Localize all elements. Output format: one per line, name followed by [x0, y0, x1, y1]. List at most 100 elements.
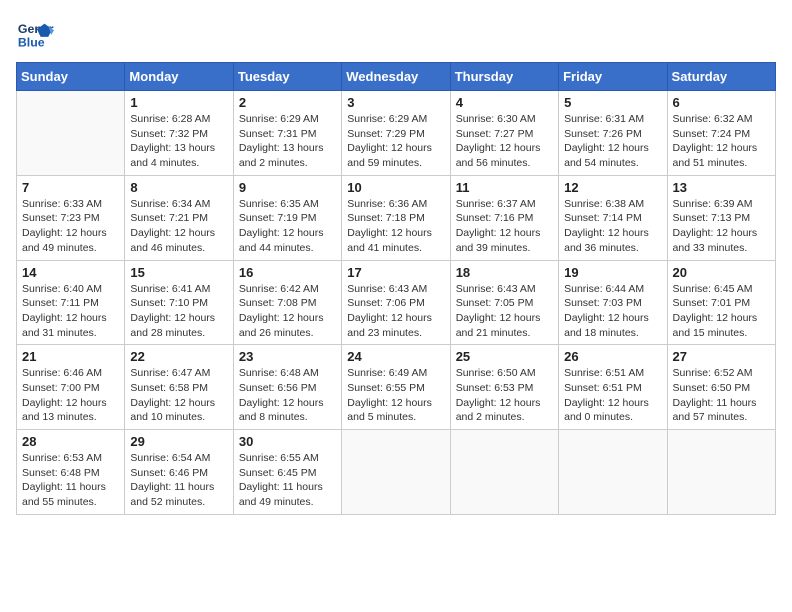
calendar-cell: [559, 430, 667, 515]
calendar-cell: [450, 430, 558, 515]
calendar-cell: 12 Sunrise: 6:38 AMSunset: 7:14 PMDayligh…: [559, 175, 667, 260]
header-thursday: Thursday: [450, 63, 558, 91]
calendar-cell: 1 Sunrise: 6:28 AMSunset: 7:32 PMDaylight…: [125, 91, 233, 176]
header-wednesday: Wednesday: [342, 63, 450, 91]
calendar-cell: 20 Sunrise: 6:45 AMSunset: 7:01 PMDayligh…: [667, 260, 775, 345]
day-number: 9: [239, 180, 336, 195]
calendar-cell: 17 Sunrise: 6:43 AMSunset: 7:06 PMDayligh…: [342, 260, 450, 345]
header-sunday: Sunday: [17, 63, 125, 91]
calendar-cell: 11Sunrise: 6:37 AMSunset: 7:16 PMDayligh…: [450, 175, 558, 260]
calendar-cell: 26 Sunrise: 6:51 AMSunset: 6:51 PMDayligh…: [559, 345, 667, 430]
calendar-cell: [17, 91, 125, 176]
header-tuesday: Tuesday: [233, 63, 341, 91]
calendar-cell: 21 Sunrise: 6:46 AMSunset: 7:00 PMDayligh…: [17, 345, 125, 430]
calendar-cell: 22Sunrise: 6:47 AMSunset: 6:58 PMDayligh…: [125, 345, 233, 430]
day-info: Sunrise: 6:38 AMSunset: 7:14 PMDaylight:…: [564, 197, 661, 256]
day-info: Sunrise: 6:49 AMSunset: 6:55 PMDaylight:…: [347, 366, 444, 425]
calendar-cell: 24 Sunrise: 6:49 AMSunset: 6:55 PMDayligh…: [342, 345, 450, 430]
day-number: 28: [22, 434, 119, 449]
day-number: 29: [130, 434, 227, 449]
calendar-cell: 29 Sunrise: 6:54 AMSunset: 6:46 PMDayligh…: [125, 430, 233, 515]
header-friday: Friday: [559, 63, 667, 91]
day-number: 7: [22, 180, 119, 195]
day-info: Sunrise: 6:31 AMSunset: 7:26 PMDaylight:…: [564, 112, 661, 171]
calendar-cell: 9 Sunrise: 6:35 AMSunset: 7:19 PMDaylight…: [233, 175, 341, 260]
day-number: 1: [130, 95, 227, 110]
calendar-week-0: 1 Sunrise: 6:28 AMSunset: 7:32 PMDaylight…: [17, 91, 776, 176]
day-number: 24: [347, 349, 444, 364]
day-info: Sunrise: 6:45 AMSunset: 7:01 PMDaylight:…: [673, 282, 770, 341]
day-number: 20: [673, 265, 770, 280]
day-info: Sunrise: 6:55 AMSunset: 6:45 PMDaylight:…: [239, 451, 336, 510]
calendar-cell: 25 Sunrise: 6:50 AMSunset: 6:53 PMDayligh…: [450, 345, 558, 430]
day-info: Sunrise: 6:35 AMSunset: 7:19 PMDaylight:…: [239, 197, 336, 256]
calendar-cell: 15 Sunrise: 6:41 AMSunset: 7:10 PMDayligh…: [125, 260, 233, 345]
day-info: Sunrise: 6:50 AMSunset: 6:53 PMDaylight:…: [456, 366, 553, 425]
day-info: Sunrise: 6:46 AMSunset: 7:00 PMDaylight:…: [22, 366, 119, 425]
calendar-week-3: 21 Sunrise: 6:46 AMSunset: 7:00 PMDayligh…: [17, 345, 776, 430]
day-number: 26: [564, 349, 661, 364]
day-info: Sunrise: 6:43 AMSunset: 7:05 PMDaylight:…: [456, 282, 553, 341]
calendar-header-row: SundayMondayTuesdayWednesdayThursdayFrid…: [17, 63, 776, 91]
day-info: Sunrise: 6:54 AMSunset: 6:46 PMDaylight:…: [130, 451, 227, 510]
calendar-cell: 10 Sunrise: 6:36 AMSunset: 7:18 PMDayligh…: [342, 175, 450, 260]
day-info: Sunrise: 6:52 AMSunset: 6:50 PMDaylight:…: [673, 366, 770, 425]
calendar-cell: 13Sunrise: 6:39 AMSunset: 7:13 PMDayligh…: [667, 175, 775, 260]
day-info: Sunrise: 6:33 AMSunset: 7:23 PMDaylight:…: [22, 197, 119, 256]
calendar-week-2: 14 Sunrise: 6:40 AMSunset: 7:11 PMDayligh…: [17, 260, 776, 345]
day-info: Sunrise: 6:39 AMSunset: 7:13 PMDaylight:…: [673, 197, 770, 256]
day-number: 10: [347, 180, 444, 195]
day-number: 15: [130, 265, 227, 280]
calendar-cell: 5 Sunrise: 6:31 AMSunset: 7:26 PMDaylight…: [559, 91, 667, 176]
day-info: Sunrise: 6:51 AMSunset: 6:51 PMDaylight:…: [564, 366, 661, 425]
day-number: 6: [673, 95, 770, 110]
calendar-cell: 4Sunrise: 6:30 AMSunset: 7:27 PMDaylight…: [450, 91, 558, 176]
day-number: 27: [673, 349, 770, 364]
calendar-cell: [667, 430, 775, 515]
day-info: Sunrise: 6:30 AMSunset: 7:27 PMDaylight:…: [456, 112, 553, 171]
day-number: 11: [456, 180, 553, 195]
page-header: General Blue: [16, 16, 776, 54]
calendar-cell: 8 Sunrise: 6:34 AMSunset: 7:21 PMDaylight…: [125, 175, 233, 260]
day-number: 14: [22, 265, 119, 280]
calendar-cell: 18 Sunrise: 6:43 AMSunset: 7:05 PMDayligh…: [450, 260, 558, 345]
day-info: Sunrise: 6:32 AMSunset: 7:24 PMDaylight:…: [673, 112, 770, 171]
day-number: 2: [239, 95, 336, 110]
day-info: Sunrise: 6:48 AMSunset: 6:56 PMDaylight:…: [239, 366, 336, 425]
day-number: 21: [22, 349, 119, 364]
day-number: 18: [456, 265, 553, 280]
logo: General Blue: [16, 16, 58, 54]
day-number: 25: [456, 349, 553, 364]
logo-icon: General Blue: [16, 16, 54, 54]
day-info: Sunrise: 6:36 AMSunset: 7:18 PMDaylight:…: [347, 197, 444, 256]
header-monday: Monday: [125, 63, 233, 91]
day-number: 17: [347, 265, 444, 280]
day-info: Sunrise: 6:43 AMSunset: 7:06 PMDaylight:…: [347, 282, 444, 341]
day-number: 8: [130, 180, 227, 195]
day-info: Sunrise: 6:42 AMSunset: 7:08 PMDaylight:…: [239, 282, 336, 341]
day-info: Sunrise: 6:34 AMSunset: 7:21 PMDaylight:…: [130, 197, 227, 256]
calendar-cell: 7 Sunrise: 6:33 AMSunset: 7:23 PMDaylight…: [17, 175, 125, 260]
day-number: 3: [347, 95, 444, 110]
calendar-cell: 23Sunrise: 6:48 AMSunset: 6:56 PMDayligh…: [233, 345, 341, 430]
day-number: 30: [239, 434, 336, 449]
calendar-cell: 28Sunrise: 6:53 AMSunset: 6:48 PMDayligh…: [17, 430, 125, 515]
day-info: Sunrise: 6:29 AMSunset: 7:29 PMDaylight:…: [347, 112, 444, 171]
header-saturday: Saturday: [667, 63, 775, 91]
day-info: Sunrise: 6:29 AMSunset: 7:31 PMDaylight:…: [239, 112, 336, 171]
day-info: Sunrise: 6:44 AMSunset: 7:03 PMDaylight:…: [564, 282, 661, 341]
calendar-cell: 19Sunrise: 6:44 AMSunset: 7:03 PMDayligh…: [559, 260, 667, 345]
day-info: Sunrise: 6:40 AMSunset: 7:11 PMDaylight:…: [22, 282, 119, 341]
day-number: 5: [564, 95, 661, 110]
calendar-cell: 27 Sunrise: 6:52 AMSunset: 6:50 PMDayligh…: [667, 345, 775, 430]
day-number: 22: [130, 349, 227, 364]
calendar-cell: [342, 430, 450, 515]
day-info: Sunrise: 6:41 AMSunset: 7:10 PMDaylight:…: [130, 282, 227, 341]
calendar-table: SundayMondayTuesdayWednesdayThursdayFrid…: [16, 62, 776, 515]
calendar-cell: 3 Sunrise: 6:29 AMSunset: 7:29 PMDaylight…: [342, 91, 450, 176]
day-number: 12: [564, 180, 661, 195]
calendar-cell: 2 Sunrise: 6:29 AMSunset: 7:31 PMDaylight…: [233, 91, 341, 176]
day-number: 16: [239, 265, 336, 280]
calendar-week-4: 28Sunrise: 6:53 AMSunset: 6:48 PMDayligh…: [17, 430, 776, 515]
day-info: Sunrise: 6:28 AMSunset: 7:32 PMDaylight:…: [130, 112, 227, 171]
